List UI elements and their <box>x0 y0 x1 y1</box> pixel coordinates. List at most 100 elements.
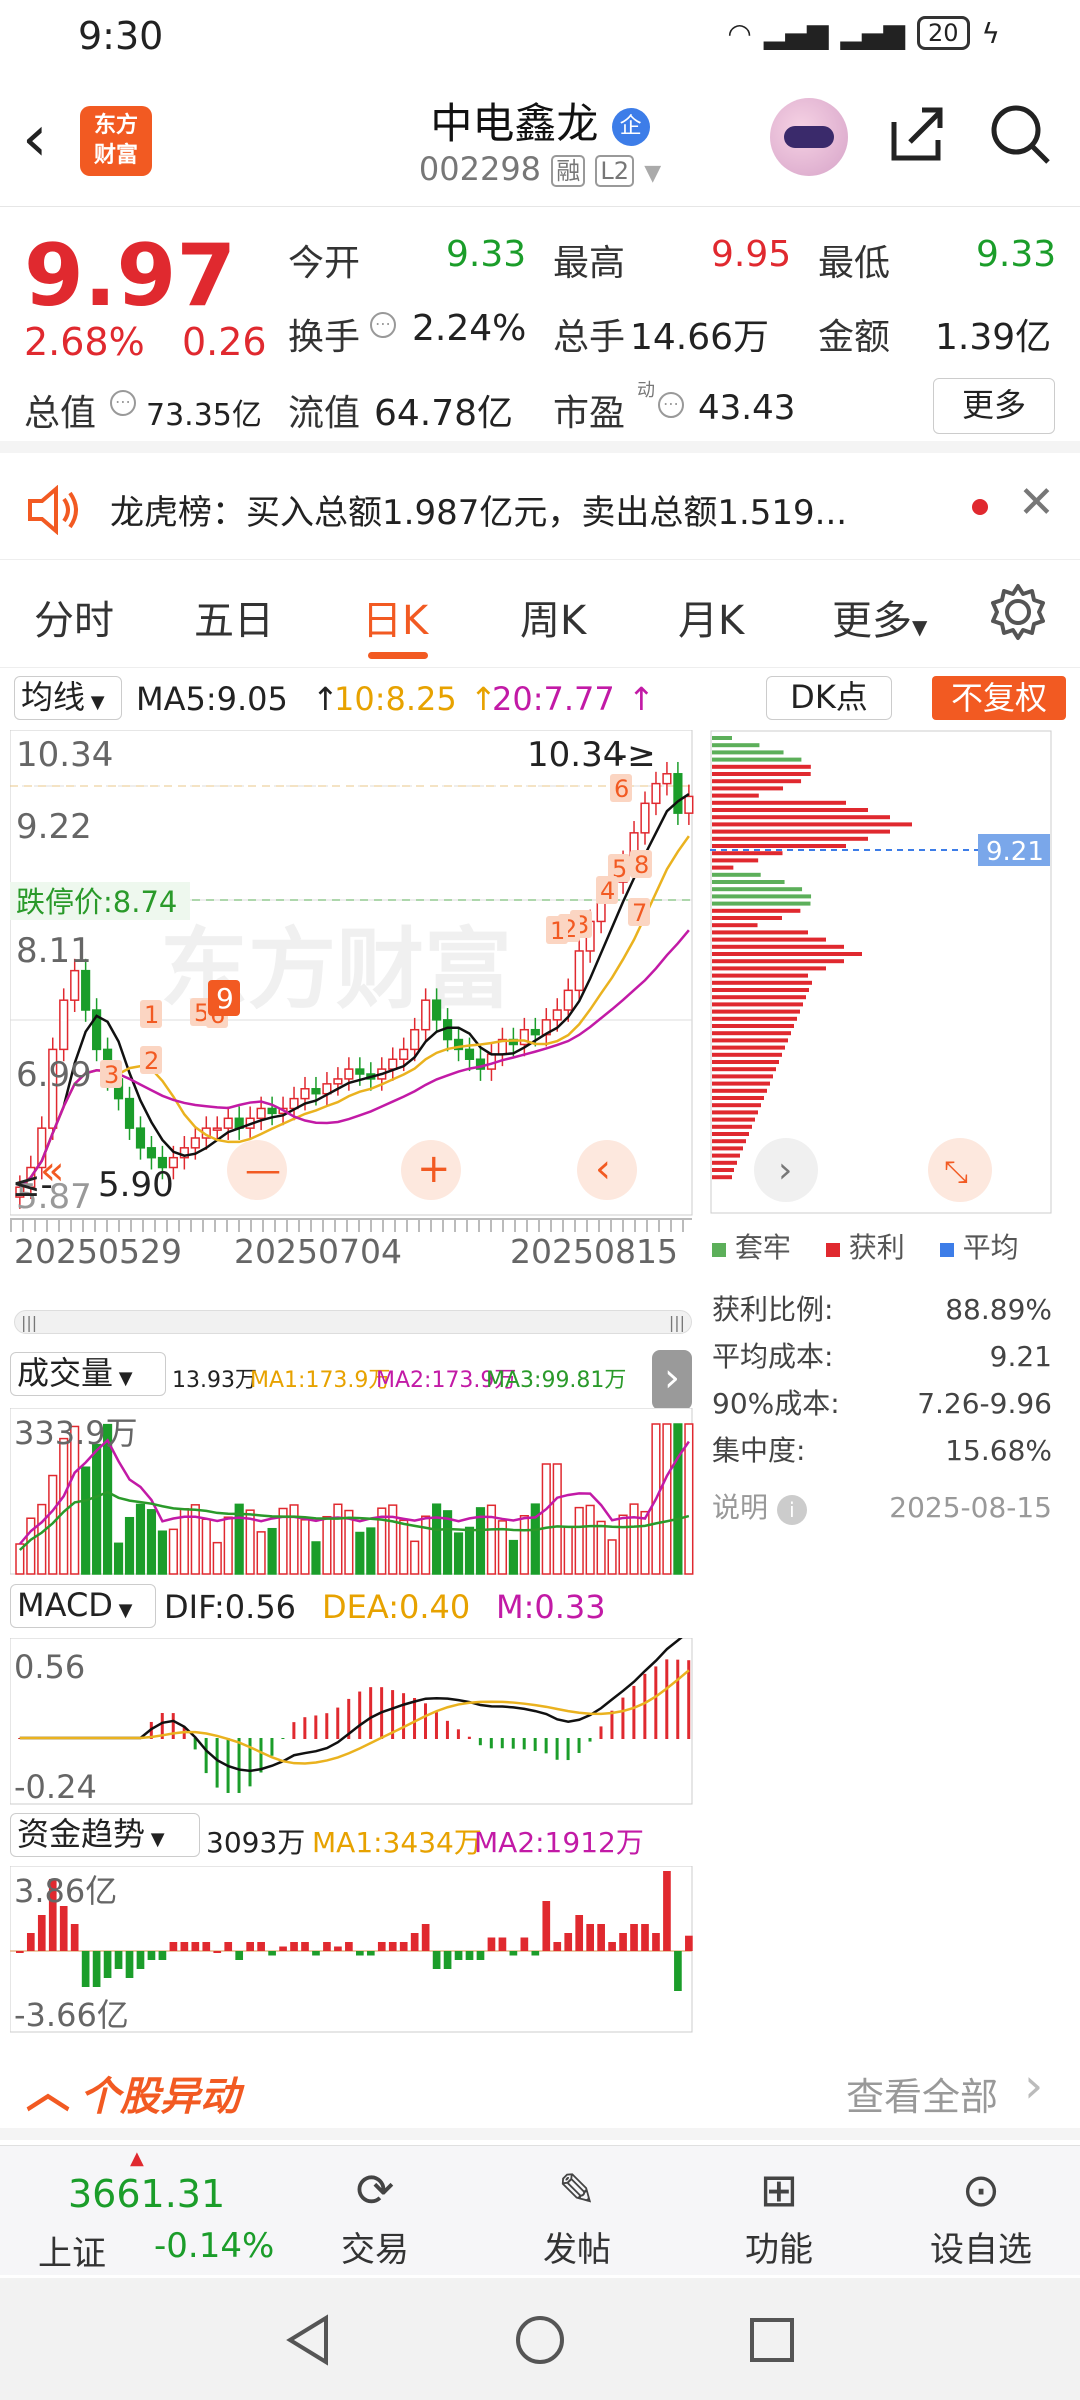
more-button[interactable]: 更多 <box>933 378 1055 434</box>
tab-five-day[interactable]: 五日 <box>194 588 274 646</box>
fund-bar <box>432 1951 441 1969</box>
chip-bar <box>712 887 803 892</box>
double-chevron-left-icon[interactable]: « <box>40 1148 64 1194</box>
fund-bar <box>630 1924 638 1951</box>
info-icon[interactable]: ⋯ <box>110 390 136 416</box>
chip-bar <box>712 988 809 992</box>
chip-legend: 套牢 获利 平均 <box>712 1226 1057 1266</box>
fq-button[interactable]: 不复权 <box>932 676 1066 720</box>
volume-label: 总手 <box>553 317 626 358</box>
amount-value: 1.39亿 <box>935 317 1052 358</box>
info-icon[interactable]: ⋯ <box>370 312 396 338</box>
volume-chart: 333.9万 <box>10 1408 694 1575</box>
volume-bar <box>673 1423 683 1575</box>
fund-ma2: MA2:1912万 <box>474 1826 644 1859</box>
stat-value: 7.26-9.96 <box>917 1387 1052 1420</box>
chip-bar <box>712 980 812 985</box>
nav-post[interactable]: ✎ 发帖 <box>512 2158 642 2271</box>
dropdown-icon: ▼ <box>644 161 662 186</box>
chip-note-row[interactable]: 说明 i 2025-08-15 <box>712 1484 1052 1531</box>
search-icon[interactable] <box>988 102 1054 168</box>
dropdown-icon: ▼ <box>912 615 928 639</box>
chip-bar <box>712 1139 746 1144</box>
news-text: 龙虎榜：买入总额1.987亿元，卖出总额1.519... <box>110 493 848 533</box>
dropdown-icon: ▼ <box>112 1600 133 1621</box>
float-label: 流值 <box>288 393 361 434</box>
volume-bar <box>59 1437 69 1575</box>
fund-bar <box>323 1942 331 1951</box>
nav-functions[interactable]: ⊞ 功能 <box>714 2158 844 2271</box>
tab-intraday[interactable]: 分时 <box>34 588 114 646</box>
panel-switch-button[interactable]: › <box>652 1350 692 1410</box>
news-strip[interactable]: 龙虎榜：买入总额1.987亿元，卖出总额1.519... ✕ <box>0 455 1080 560</box>
dk-point-button[interactable]: DK点 <box>766 676 892 720</box>
fund-bar <box>246 1942 254 1951</box>
date-label-1: 20250529 <box>14 1232 182 1271</box>
fund-bar <box>356 1951 364 1956</box>
tab-daily-k[interactable]: 日K <box>362 588 428 646</box>
fund-bar <box>597 1924 605 1951</box>
fund-bar <box>59 1906 68 1951</box>
macd-bar <box>270 1738 274 1756</box>
nav-add-watchlist[interactable]: ⊙ 设自选 <box>916 2158 1046 2271</box>
volume-selector[interactable]: 成交量 ▼ <box>10 1352 166 1396</box>
fund-selector[interactable]: 资金趋势 ▼ <box>10 1813 200 1857</box>
movement-row[interactable]: ︿ 个股异动 查看全部 › <box>0 2050 1080 2140</box>
volume-bar <box>322 1515 332 1575</box>
back-triangle-icon[interactable] <box>280 2312 336 2368</box>
chip-bar <box>712 764 811 769</box>
dk-point-label: DK点 <box>790 678 868 716</box>
tab-monthly-k[interactable]: 月K <box>678 588 744 646</box>
volume-bar <box>541 1463 551 1575</box>
view-all-link[interactable]: 查看全部 <box>846 2066 998 2121</box>
chip-bar <box>712 916 782 920</box>
fund-bar <box>191 1942 200 1951</box>
macd-bar <box>522 1738 526 1750</box>
fund-bar <box>290 1942 298 1951</box>
chip-bar <box>712 1024 794 1028</box>
fund-header: 资金趋势 ▼ 3093万 MA1:3434万 MA2:1912万 <box>10 1813 692 1859</box>
volume-bar <box>662 1423 672 1575</box>
info-icon: i <box>776 1495 807 1525</box>
candle-body <box>552 1009 562 1021</box>
scroll-handle-right[interactable]: ||| <box>669 1313 685 1332</box>
collapse-icon[interactable]: ︿ <box>26 2056 70 2120</box>
kline-chart[interactable]: 东方财富 10.34 9.22 跌停价:8.74 8.11 6.99 5.87 … <box>10 730 695 1230</box>
macd-bar <box>292 1722 296 1739</box>
assistant-avatar[interactable] <box>770 98 848 176</box>
volume-bar <box>289 1504 299 1575</box>
share-icon[interactable] <box>886 102 948 164</box>
macd-bar <box>566 1738 570 1761</box>
dropdown-icon: ▼ <box>113 1368 133 1389</box>
range-scrollbar[interactable]: ||| ||| <box>14 1310 692 1334</box>
y-label-top: 10.34 <box>16 735 113 775</box>
index-widget[interactable]: ▲ 3661.31 上证 -0.14% <box>0 2146 290 2276</box>
macd-bar <box>654 1666 658 1739</box>
recents-square-icon[interactable] <box>744 2312 800 2368</box>
home-circle-icon[interactable] <box>512 2312 568 2368</box>
tab-more[interactable]: 更多▼ <box>832 588 927 646</box>
volume-bar <box>563 1526 573 1575</box>
chart-tabs: 分时 五日 日K 周K 月K 更多▼ <box>0 560 1080 668</box>
bottom-bar: ▲ 3661.31 上证 -0.14% ⟳ 交易 ✎ 发帖 ⊞ 功能 ⊙ 设自选 <box>0 2145 1080 2275</box>
macd-selector[interactable]: MACD ▼ <box>10 1584 156 1628</box>
nav-trade[interactable]: ⟳ 交易 <box>310 2158 440 2271</box>
tab-weekly-k[interactable]: 周K <box>520 588 586 646</box>
close-icon[interactable]: ✕ <box>1018 477 1055 528</box>
scroll-handle-left[interactable]: ||| <box>21 1313 37 1332</box>
macd-bar <box>588 1738 592 1742</box>
fund-bar <box>564 1933 573 1951</box>
settings-gear-icon[interactable] <box>988 582 1048 642</box>
ma-selector[interactable]: 均线 ▼ <box>14 676 122 720</box>
macd-header: MACD ▼ DIF:0.56 DEA:0.40 M:0.33 <box>10 1584 692 1628</box>
candle-body <box>574 950 584 992</box>
volume-bar <box>212 1541 222 1575</box>
volume-bar <box>519 1515 529 1575</box>
index-arrow: ▲ <box>130 2148 144 2169</box>
chip-distribution-chart[interactable]: 9.21 › ⤡ <box>710 730 1055 1215</box>
volume-bar <box>223 1516 233 1575</box>
volume-header: 成交量 ▼ 13.93万 MA1:173.9万 MA2:173.9万 MA3:9… <box>10 1352 692 1396</box>
candle-body <box>311 1088 321 1095</box>
info-icon[interactable]: ⋯ <box>658 392 684 418</box>
legend-swatch-average <box>939 1243 954 1257</box>
